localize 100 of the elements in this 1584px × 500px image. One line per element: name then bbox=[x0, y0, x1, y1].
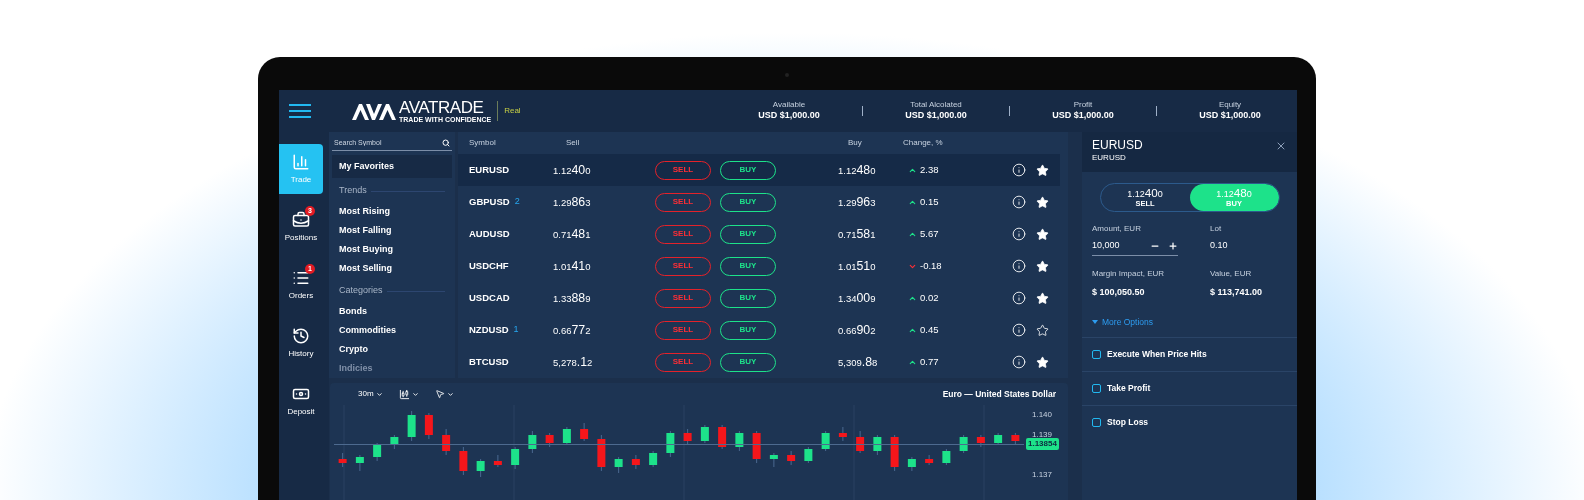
candle bbox=[545, 432, 554, 448]
close-icon[interactable] bbox=[1275, 140, 1287, 152]
checkbox[interactable] bbox=[1092, 383, 1101, 393]
sidebar-item[interactable]: Most Selling bbox=[332, 259, 452, 278]
candle bbox=[373, 442, 382, 462]
candle bbox=[407, 410, 416, 442]
briefcase-icon bbox=[292, 210, 310, 229]
cursor-icon bbox=[434, 389, 445, 399]
stat-value: USD $1,000.00 bbox=[905, 110, 967, 122]
buy-price: 1.34009 bbox=[838, 289, 877, 307]
margin-value: $ 100,050.50 bbox=[1092, 285, 1146, 299]
sell-price: 0.66772 bbox=[553, 321, 592, 339]
candle bbox=[890, 434, 899, 472]
symbol-name: BTCUSD bbox=[469, 354, 509, 369]
symbol-row[interactable]: NZDUSD 1 0.66772 SELL BUY 0.66902 0.45 bbox=[458, 314, 1060, 346]
candle bbox=[787, 450, 796, 466]
symbol-row[interactable]: USDCAD 1.33889 SELL BUY 1.34009 0.02 bbox=[458, 282, 1060, 314]
info-icon[interactable] bbox=[1012, 355, 1026, 369]
axis-tick-label: 1.140 bbox=[1032, 411, 1053, 419]
field-label: Margin Impact, EUR bbox=[1092, 267, 1166, 280]
star-icon[interactable] bbox=[1036, 323, 1049, 337]
interval-dropdown[interactable]: 30m bbox=[358, 388, 383, 400]
section-heading: Categories bbox=[339, 284, 383, 298]
search-icon[interactable] bbox=[442, 139, 450, 147]
candle bbox=[580, 422, 589, 442]
sidebar-item[interactable]: Bonds bbox=[332, 302, 452, 321]
symbol-row[interactable]: USDCHF 1.01410 SELL BUY 1.01510 -0.18 bbox=[458, 250, 1060, 282]
plus-icon[interactable] bbox=[1168, 240, 1178, 251]
candle bbox=[700, 424, 709, 444]
candle bbox=[752, 430, 761, 464]
field-label: Amount, EUR bbox=[1092, 223, 1142, 235]
nav-tab[interactable]: Deposit bbox=[279, 376, 323, 426]
symbol-row[interactable]: BTCUSD 5,278.12 SELL BUY 5,309.88 0.77 bbox=[458, 346, 1060, 378]
sell-price: 5,278.12 bbox=[553, 353, 594, 371]
checkbox[interactable] bbox=[1092, 349, 1101, 359]
menu-icon[interactable] bbox=[289, 104, 311, 118]
info-icon[interactable] bbox=[1012, 259, 1026, 273]
sidebar-item[interactable]: Most Buying bbox=[332, 240, 452, 259]
symbol-name: GBPUSD bbox=[469, 194, 510, 209]
axis-tick-label: 1.137 bbox=[1032, 471, 1053, 479]
sell-price: 1.33889 bbox=[553, 289, 592, 307]
candle bbox=[614, 456, 623, 474]
more-options-link[interactable]: More Options bbox=[1092, 316, 1154, 329]
field-label: Value, EUR bbox=[1210, 267, 1253, 280]
position-count: 2 bbox=[514, 195, 520, 209]
change-value: -0.18 bbox=[920, 258, 942, 273]
star-icon[interactable] bbox=[1036, 291, 1049, 305]
lot-value: 0.10 bbox=[1210, 239, 1229, 252]
sidebar-item[interactable]: Commodities bbox=[332, 321, 452, 340]
sidebar-item[interactable]: Indicies bbox=[332, 359, 452, 378]
info-icon[interactable] bbox=[1012, 291, 1026, 305]
amount-field[interactable]: 10,000 bbox=[1092, 239, 1132, 253]
candle bbox=[459, 446, 468, 476]
star-icon[interactable] bbox=[1036, 259, 1049, 273]
info-icon[interactable] bbox=[1012, 227, 1026, 241]
symbol-row[interactable]: GBPUSD 2 1.29863 SELL BUY 1.29963 0.15 bbox=[458, 186, 1060, 218]
candle bbox=[769, 452, 778, 468]
side-price: 1.12400 bbox=[1127, 187, 1163, 200]
cursor-dropdown[interactable] bbox=[434, 389, 454, 399]
candle bbox=[959, 434, 968, 454]
star-icon[interactable] bbox=[1036, 355, 1049, 369]
candle bbox=[631, 454, 640, 470]
axis-tick-label: 1.139 bbox=[1032, 431, 1053, 439]
sidebar-item[interactable]: Crypto bbox=[332, 340, 452, 359]
section-heading: Trends bbox=[339, 184, 367, 198]
symbol-row[interactable]: AUDUSD 0.71481 SELL BUY 0.71581 5.67 bbox=[458, 218, 1060, 250]
buy-price: 1.12480 bbox=[838, 161, 877, 179]
checkbox[interactable] bbox=[1092, 417, 1101, 427]
symbol-name: USDCAD bbox=[469, 290, 510, 305]
buy-price: 5,309.88 bbox=[838, 353, 879, 371]
candle bbox=[925, 454, 934, 466]
nav-tab[interactable]: History bbox=[279, 318, 323, 368]
field-label: Lot bbox=[1210, 223, 1223, 235]
candle bbox=[476, 458, 485, 478]
sell-price: 1.01410 bbox=[553, 257, 592, 275]
sidebar-item[interactable]: My Favorites bbox=[332, 155, 452, 178]
info-icon[interactable] bbox=[1012, 323, 1026, 337]
value-amount: $ 113,741.00 bbox=[1210, 285, 1264, 299]
panel-title: EURUSD bbox=[1092, 138, 1143, 153]
candle bbox=[718, 424, 727, 450]
change-value: 2.38 bbox=[920, 162, 939, 177]
position-count: 1 bbox=[513, 323, 519, 337]
star-icon[interactable] bbox=[1036, 227, 1049, 241]
column-header: Sell bbox=[566, 137, 581, 149]
side-price: 1.12480 bbox=[1216, 187, 1252, 200]
bar-chart-icon bbox=[292, 152, 310, 171]
chart-type-dropdown[interactable] bbox=[398, 388, 419, 400]
star-icon[interactable] bbox=[1036, 163, 1049, 177]
info-icon[interactable] bbox=[1012, 163, 1026, 177]
info-icon[interactable] bbox=[1012, 195, 1026, 209]
candle bbox=[338, 452, 347, 468]
candle bbox=[942, 448, 951, 466]
column-header: Buy bbox=[848, 137, 863, 149]
star-icon[interactable] bbox=[1036, 195, 1049, 209]
symbol-name: USDCHF bbox=[469, 258, 509, 273]
symbol-row[interactable]: EURUSD 1.12400 SELL BUY 1.12480 2.38 bbox=[458, 154, 1060, 186]
sidebar-item[interactable]: Most Rising bbox=[332, 202, 452, 221]
candle bbox=[511, 446, 520, 470]
sidebar-item[interactable]: Most Falling bbox=[332, 221, 452, 240]
panel-subtitle: EURUSD bbox=[1092, 153, 1127, 163]
